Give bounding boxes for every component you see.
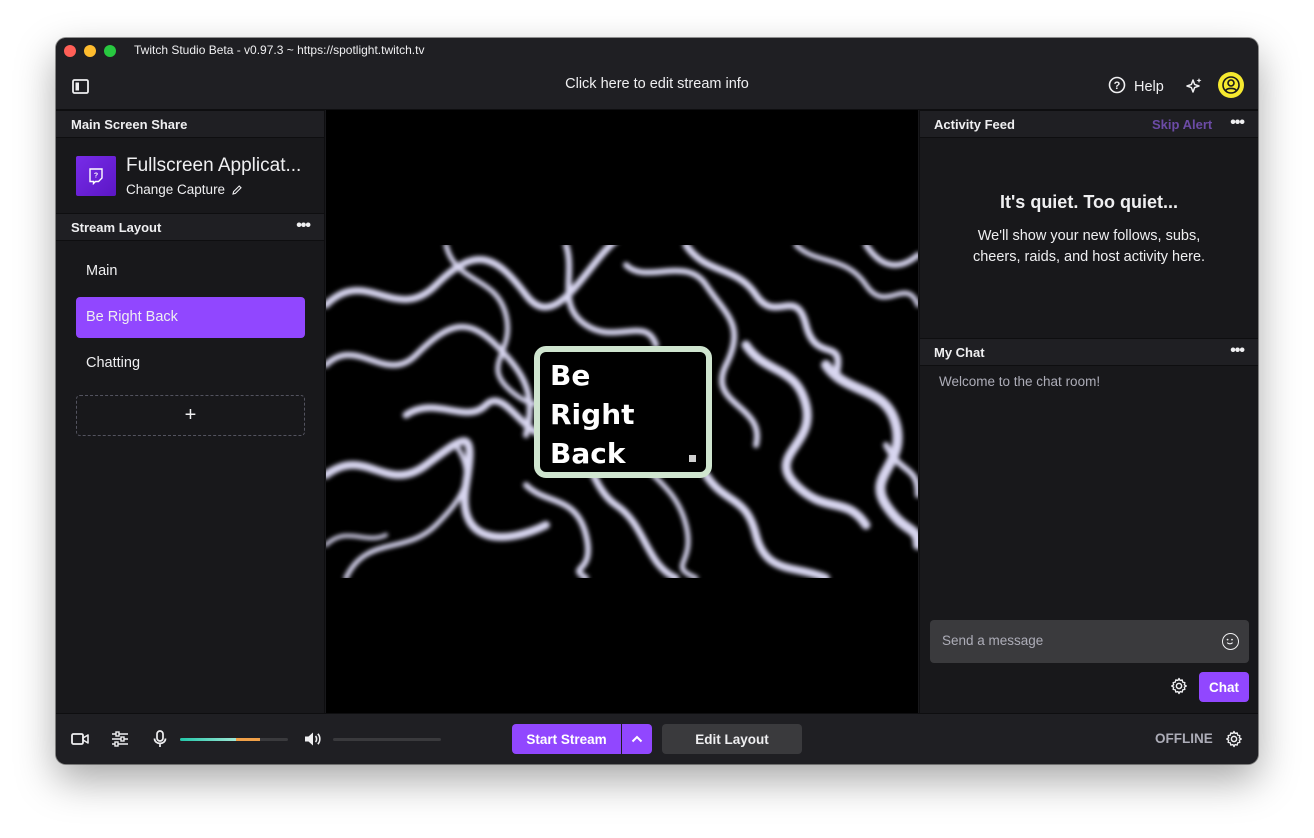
chat-welcome-message: Welcome to the chat room!: [939, 374, 1101, 389]
screen-share-header: Main Screen Share: [56, 110, 324, 138]
stream-preview: Be Right Back: [326, 110, 918, 713]
more-dots-icon[interactable]: •••: [1230, 342, 1245, 360]
start-stream-button[interactable]: Start Stream: [512, 724, 621, 754]
settings-gear-icon[interactable]: [1224, 729, 1244, 749]
stream-layout-header: Stream Layout •••: [56, 213, 324, 241]
volume-slider[interactable]: [333, 738, 441, 741]
mic-level-fill: [180, 738, 260, 741]
layout-item-label: Be Right Back: [86, 309, 178, 325]
title-bar: Twitch Studio Beta - v0.97.3 ~ https://s…: [56, 38, 1258, 62]
right-panel: Activity Feed Skip Alert ••• It's quiet.…: [919, 110, 1258, 713]
plus-icon: +: [184, 404, 197, 426]
more-dots-icon[interactable]: •••: [296, 217, 311, 235]
app-window: Twitch Studio Beta - v0.97.3 ~ https://s…: [56, 38, 1258, 764]
capture-title: Fullscreen Applicat...: [126, 155, 302, 176]
brb-line: Back: [550, 437, 626, 470]
speaker-icon[interactable]: [303, 729, 323, 749]
chat-input-placeholder: Send a message: [942, 633, 1044, 648]
capture-thumbnail[interactable]: ?: [76, 156, 116, 196]
svg-text:?: ?: [1114, 80, 1121, 92]
chat-settings-gear-icon[interactable]: [1169, 676, 1189, 696]
close-window-button[interactable]: [64, 45, 76, 57]
top-bar: Click here to edit stream info ? Help: [56, 62, 1258, 110]
minimize-window-button[interactable]: [84, 45, 96, 57]
edit-layout-button[interactable]: Edit Layout: [662, 724, 802, 754]
svg-text:?: ?: [94, 173, 98, 180]
chat-message-input[interactable]: Send a message: [930, 620, 1249, 663]
layout-item-main[interactable]: Main: [76, 251, 305, 292]
bottom-bar: Start Stream Edit Layout OFFLINE: [56, 713, 1258, 764]
activity-feed-header: Activity Feed Skip Alert •••: [920, 110, 1258, 138]
mic-level-slider[interactable]: [180, 738, 288, 741]
stream-layout-title: Stream Layout: [71, 220, 162, 235]
help-button[interactable]: ? Help: [1108, 76, 1164, 98]
twitch-glitch-icon: ?: [89, 168, 103, 185]
empty-feed-title: It's quiet. Too quiet...: [1000, 192, 1178, 212]
emoji-icon[interactable]: [1222, 633, 1239, 650]
user-icon: [1222, 76, 1240, 94]
my-chat-header: My Chat •••: [920, 338, 1258, 366]
layout-item-label: Chatting: [86, 355, 141, 371]
pencil-icon: [232, 184, 242, 195]
activity-feed-title: Activity Feed: [934, 117, 1015, 132]
more-dots-icon[interactable]: •••: [1230, 114, 1245, 132]
user-avatar[interactable]: [1218, 72, 1244, 98]
camera-icon[interactable]: [70, 729, 90, 749]
chat-send-button[interactable]: Chat: [1199, 672, 1249, 702]
screen-share-title: Main Screen Share: [71, 117, 188, 132]
empty-feed-message: We'll show your new follows, subs, cheer…: [972, 228, 1206, 265]
left-panel: Main Screen Share ? Fullscreen Applicat.…: [56, 110, 325, 713]
stream-status: OFFLINE: [1155, 731, 1213, 746]
help-icon: ?: [1108, 76, 1126, 98]
change-capture-button[interactable]: Change Capture: [126, 182, 243, 197]
mixer-icon[interactable]: [110, 729, 130, 749]
window-title: Twitch Studio Beta - v0.97.3 ~ https://s…: [134, 43, 425, 57]
brb-dot: [689, 455, 696, 462]
sparkle-icon[interactable]: [1184, 76, 1204, 96]
brb-line: Right: [550, 398, 635, 431]
my-chat-title: My Chat: [934, 345, 985, 360]
brb-text: Be Right Back: [550, 356, 635, 473]
layout-item-be-right-back[interactable]: Be Right Back: [76, 297, 305, 338]
edit-stream-info-button[interactable]: Click here to edit stream info: [56, 76, 1258, 92]
microphone-icon[interactable]: [150, 729, 170, 749]
change-capture-label: Change Capture: [126, 182, 226, 197]
add-layout-button[interactable]: +: [76, 395, 305, 436]
zoom-window-button[interactable]: [104, 45, 116, 57]
brb-line: Be: [550, 359, 591, 392]
brb-card: Be Right Back: [534, 346, 712, 478]
help-label: Help: [1134, 79, 1164, 95]
chevron-up-icon: [631, 735, 643, 743]
layout-item-chatting[interactable]: Chatting: [76, 343, 305, 384]
skip-alert-button[interactable]: Skip Alert: [1152, 117, 1212, 132]
layout-item-label: Main: [86, 263, 118, 279]
start-stream-options-button[interactable]: [622, 724, 652, 754]
